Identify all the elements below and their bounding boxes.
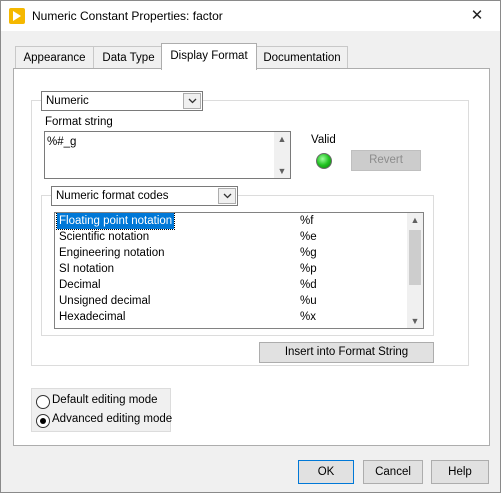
list-item[interactable]: SI notation %p <box>55 261 405 277</box>
codes-select[interactable]: Numeric format codes <box>51 186 238 206</box>
list-item[interactable]: Hexadecimal %x <box>55 309 405 325</box>
scroll-up-icon[interactable]: ▲ <box>274 133 290 145</box>
insert-into-format-string-button[interactable]: Insert into Format String <box>259 342 434 363</box>
valid-indicator-led <box>316 153 332 169</box>
title-bar: Numeric Constant Properties: factor ✕ <box>1 1 500 31</box>
code-name: Decimal <box>59 279 101 291</box>
code-name: SI notation <box>59 263 114 275</box>
format-string-value: %#_g <box>47 136 77 148</box>
app-icon <box>9 8 25 24</box>
close-icon[interactable]: ✕ <box>454 1 500 31</box>
list-item[interactable]: Engineering notation %g <box>55 245 405 261</box>
code-name: Engineering notation <box>59 247 165 259</box>
default-editing-mode-label[interactable]: Default editing mode <box>52 394 157 406</box>
scroll-down-icon[interactable]: ▼ <box>407 315 423 327</box>
cancel-button[interactable]: Cancel <box>363 460 423 484</box>
list-item[interactable]: Decimal %d <box>55 277 405 293</box>
tab-appearance[interactable]: Appearance <box>15 46 94 69</box>
code-name: Unsigned decimal <box>59 295 151 307</box>
code-value: %g <box>300 247 317 259</box>
code-name: Scientific notation <box>59 231 150 243</box>
type-select-value: Numeric <box>46 95 89 107</box>
type-select[interactable]: Numeric <box>41 91 203 111</box>
format-string-scrollbar[interactable]: ▲ ▼ <box>274 132 290 178</box>
list-item[interactable]: Floating point notation %f <box>55 213 405 230</box>
code-value: %f <box>300 215 314 227</box>
editing-mode-group: Default editing mode Advanced editing mo… <box>31 388 172 432</box>
code-value: %d <box>300 279 317 291</box>
code-name: Floating point notation <box>55 213 176 230</box>
scroll-down-icon[interactable]: ▼ <box>274 165 290 177</box>
format-codes-list[interactable]: Floating point notation %f Scientific no… <box>54 212 424 329</box>
default-editing-mode-radio[interactable] <box>36 395 50 409</box>
chevron-down-icon <box>218 188 236 204</box>
code-value: %u <box>300 295 317 307</box>
code-value: %x <box>300 311 316 323</box>
scroll-up-icon[interactable]: ▲ <box>407 214 423 226</box>
tab-display-format[interactable]: Display Format <box>161 43 257 70</box>
help-button[interactable]: Help <box>431 460 489 484</box>
chevron-down-icon <box>183 93 201 109</box>
advanced-editing-mode-radio[interactable] <box>36 414 50 428</box>
advanced-editing-mode-label[interactable]: Advanced editing mode <box>52 413 172 425</box>
code-value: %e <box>300 231 317 243</box>
revert-button[interactable]: Revert <box>351 150 421 171</box>
tab-data-type[interactable]: Data Type <box>93 46 164 69</box>
list-item[interactable]: Unsigned decimal %u <box>55 293 405 309</box>
codes-scrollbar[interactable]: ▲ ▼ <box>407 213 423 328</box>
window-title: Numeric Constant Properties: factor <box>32 9 223 23</box>
codes-select-value: Numeric format codes <box>56 190 169 202</box>
radio-selected-dot <box>40 418 46 424</box>
tab-documentation[interactable]: Documentation <box>256 46 348 69</box>
code-value: %p <box>300 263 317 275</box>
code-name: Hexadecimal <box>59 311 126 323</box>
format-string-input[interactable]: %#_g ▲ ▼ <box>44 131 291 179</box>
list-item[interactable]: Scientific notation %e <box>55 229 405 245</box>
valid-label: Valid <box>311 134 336 146</box>
properties-dialog: Numeric Constant Properties: factor ✕ Ap… <box>0 0 501 493</box>
format-string-label: Format string <box>45 116 113 128</box>
ok-button[interactable]: OK <box>298 460 354 484</box>
scrollbar-thumb[interactable] <box>409 230 421 285</box>
